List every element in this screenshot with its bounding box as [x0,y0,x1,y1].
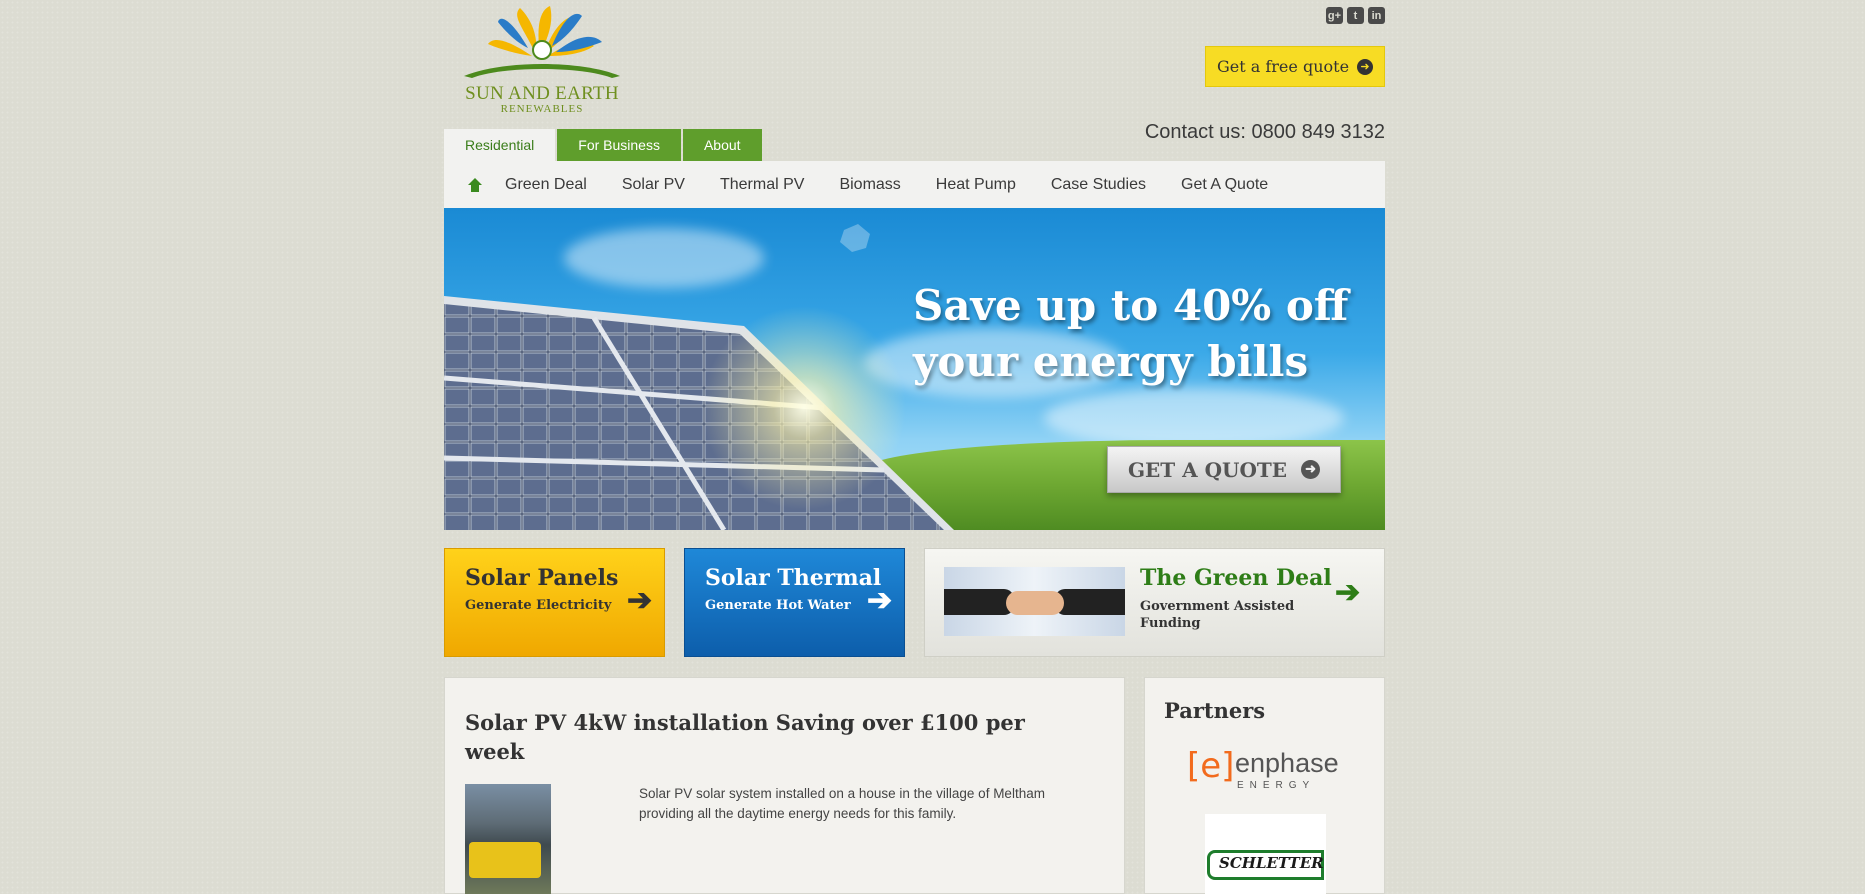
enphase-wordmark: enphase [1235,748,1339,778]
brand-subtitle: RENEWABLES [500,103,584,115]
partners-heading: Partners [1164,698,1266,723]
nav-item-solar-pv[interactable]: Solar PV [622,176,685,194]
schletter-wordmark: SCHLETTER [1219,854,1324,872]
enphase-logo[interactable]: [e] enphase ENERGY [1187,746,1347,791]
partners-panel: Partners [e] enphase ENERGY SCHLETTER [1144,677,1385,894]
schletter-logo[interactable]: SCHLETTER [1205,814,1326,894]
page-wrapper: SUN AND EARTH RENEWABLES g+ t in Get a f… [444,0,1385,894]
arrow-right-icon: ➔ [1335,576,1361,609]
site-logo[interactable]: SUN AND EARTH RENEWABLES [444,4,640,116]
arrow-right-icon: ➔ [867,584,893,617]
home-icon[interactable] [468,177,482,192]
tab-residential[interactable]: Residential [444,129,556,161]
nav-item-thermal-pv[interactable]: Thermal PV [720,176,804,194]
feature-subtitle: Generate Hot Water [705,598,851,613]
hero-get-quote-button[interactable]: GET A QUOTE ➜ [1107,446,1341,493]
sun-logo-icon [464,6,620,78]
nav-item-green-deal[interactable]: Green Deal [505,176,587,194]
contact-phone[interactable]: Contact us: 0800 849 3132 [1145,121,1385,144]
hero-cta-label: GET A QUOTE [1127,457,1288,482]
feature-title: Solar Thermal [705,565,882,591]
feature-subtitle: Generate Electricity [465,598,612,613]
tab-for-business[interactable]: For Business [557,129,681,161]
tab-about[interactable]: About [682,129,762,161]
feature-solar-thermal[interactable]: Solar Thermal Generate Hot Water ➔ [684,548,905,657]
feature-green-deal[interactable]: The Green Deal Government Assisted Fundi… [924,548,1385,657]
enphase-bracket-mark: [e] [1187,746,1235,786]
case-study-title[interactable]: Solar PV 4kW installation Saving over £1… [465,708,1085,766]
free-quote-button[interactable]: Get a free quote ➜ [1205,46,1385,87]
case-study-photo[interactable] [465,784,551,894]
google-plus-icon[interactable]: g+ [1326,7,1343,24]
arrow-right-icon: ➔ [627,584,653,617]
nav-item-heat-pump[interactable]: Heat Pump [936,176,1016,194]
feature-solar-panels[interactable]: Solar Panels Generate Electricity ➔ [444,548,665,657]
twitter-icon[interactable]: t [1347,7,1364,24]
feature-title: The Green Deal [1140,565,1332,591]
feature-subtitle: Government Assisted Funding [1140,599,1295,631]
arrow-circle-right-icon: ➜ [1301,460,1321,479]
sun-glare [684,288,924,528]
hero-banner: Save up to 40% off your energy bills GET… [444,208,1385,530]
brand-name: SUN AND EARTH [465,83,619,104]
arrow-circle-right-icon: ➜ [1357,58,1374,75]
handshake-image [944,567,1125,636]
nav-item-case-studies[interactable]: Case Studies [1051,176,1146,194]
linkedin-icon[interactable]: in [1368,7,1385,24]
case-study-description: Solar PV solar system installed on a hou… [639,786,1045,821]
main-nav: Green Deal Solar PV Thermal PV Biomass H… [444,161,1385,208]
nav-item-get-a-quote[interactable]: Get A Quote [1181,176,1268,194]
social-links: g+ t in [1326,7,1385,24]
enphase-tagline: ENERGY [1237,780,1316,791]
nav-item-biomass[interactable]: Biomass [839,176,900,194]
hero-headline: Save up to 40% off your energy bills [913,281,1349,386]
audience-tabs: Residential For Business About [444,129,762,161]
case-study-panel: Solar PV 4kW installation Saving over £1… [444,677,1125,894]
free-quote-label: Get a free quote [1216,57,1350,76]
feature-title: Solar Panels [465,565,619,591]
